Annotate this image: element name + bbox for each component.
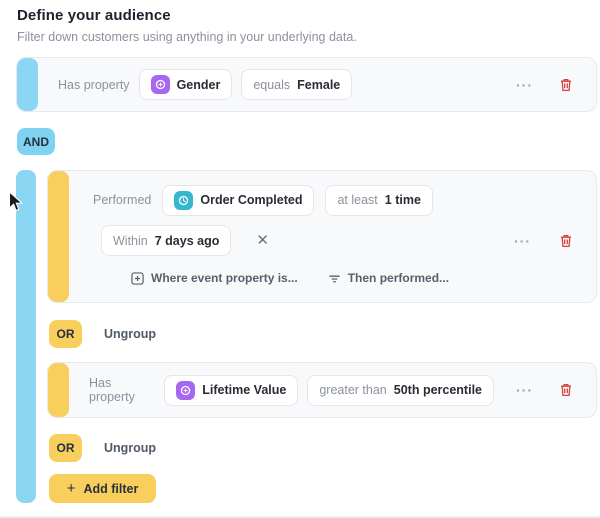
property-icon bbox=[151, 75, 170, 94]
clock-icon bbox=[174, 191, 193, 210]
filter-icon bbox=[328, 272, 341, 285]
event-count-select[interactable]: at least 1 time bbox=[325, 185, 432, 216]
property-name: Gender bbox=[177, 78, 221, 92]
property-icon bbox=[176, 381, 195, 400]
operator-value: Female bbox=[297, 78, 340, 92]
group-accent-bar[interactable] bbox=[16, 170, 36, 503]
more-options-button[interactable]: ··· bbox=[512, 381, 537, 399]
plus-square-icon bbox=[131, 272, 144, 285]
window-prefix-label: Within bbox=[113, 234, 148, 248]
or-badge[interactable]: OR bbox=[49, 320, 82, 348]
operator-label: greater than bbox=[319, 383, 386, 397]
event-name: Order Completed bbox=[200, 193, 302, 207]
or-row: OR Ungroup bbox=[49, 434, 597, 462]
event-window-line: Within 7 days ago ✕ ··· bbox=[101, 225, 574, 256]
event-select[interactable]: Order Completed bbox=[162, 185, 314, 216]
operator-select-gender[interactable]: equals Female bbox=[241, 69, 352, 100]
operator-label: equals bbox=[253, 78, 290, 92]
audience-builder: Define your audience Filter down custome… bbox=[0, 0, 600, 518]
property-select-gender[interactable]: Gender bbox=[139, 69, 233, 100]
filter-accent-bar bbox=[48, 171, 69, 302]
time-window-select[interactable]: Within 7 days ago bbox=[101, 225, 231, 256]
window-value: 7 days ago bbox=[155, 234, 220, 248]
and-badge[interactable]: AND bbox=[17, 128, 55, 155]
operator-value: 50th percentile bbox=[394, 383, 482, 397]
then-performed-button[interactable]: Then performed... bbox=[328, 271, 449, 285]
event-main-line: Performed Order Completed at least 1 tim… bbox=[93, 184, 574, 216]
more-options-button[interactable]: ··· bbox=[512, 76, 537, 94]
or-row: OR Ungroup bbox=[49, 320, 597, 348]
header: Define your audience Filter down custome… bbox=[0, 0, 600, 44]
filter-group: Performed Order Completed at least 1 tim… bbox=[16, 170, 597, 503]
trash-icon[interactable] bbox=[558, 381, 574, 399]
filter-row-event: Performed Order Completed at least 1 tim… bbox=[47, 170, 597, 303]
page-subtitle: Filter down customers using anything in … bbox=[17, 30, 600, 44]
filter-row-gender-body: Has property Gender equals Female ··· bbox=[38, 58, 596, 111]
ungroup-button[interactable]: Ungroup bbox=[104, 327, 156, 341]
filter-row-ltv-body: Has property Lifetime Value greater than… bbox=[69, 363, 596, 417]
trash-icon[interactable] bbox=[558, 76, 574, 94]
trash-icon[interactable] bbox=[558, 232, 574, 250]
filter-row-gender: Has property Gender equals Female ··· bbox=[16, 57, 597, 112]
event-prefix-label: Performed bbox=[93, 193, 151, 207]
add-filter-label: Add filter bbox=[83, 482, 138, 496]
operator-select-ltv[interactable]: greater than 50th percentile bbox=[307, 375, 494, 406]
ungroup-button[interactable]: Ungroup bbox=[104, 441, 156, 455]
event-links-line: Where event property is... Then performe… bbox=[131, 268, 574, 288]
plus-icon: + bbox=[67, 480, 76, 497]
filter-accent-bar bbox=[48, 363, 69, 417]
page-title: Define your audience bbox=[17, 7, 600, 24]
group-content: Performed Order Completed at least 1 tim… bbox=[47, 170, 597, 503]
filter-prefix-label: Has property bbox=[89, 376, 155, 404]
filter-row-lifetime-value: Has property Lifetime Value greater than… bbox=[47, 362, 597, 418]
more-options-button[interactable]: ··· bbox=[510, 232, 535, 250]
count-operator-label: at least bbox=[337, 193, 377, 207]
filter-accent-bar bbox=[17, 58, 38, 111]
count-value: 1 time bbox=[385, 193, 421, 207]
filter-prefix-label: Has property bbox=[58, 78, 130, 92]
where-event-property-label: Where event property is... bbox=[151, 271, 298, 285]
filter-row-event-body: Performed Order Completed at least 1 tim… bbox=[69, 171, 596, 302]
then-performed-label: Then performed... bbox=[348, 271, 449, 285]
add-filter-button[interactable]: + Add filter bbox=[49, 474, 156, 503]
close-icon[interactable]: ✕ bbox=[252, 231, 273, 250]
or-badge[interactable]: OR bbox=[49, 434, 82, 462]
property-name: Lifetime Value bbox=[202, 383, 286, 397]
property-select-ltv[interactable]: Lifetime Value bbox=[164, 375, 298, 406]
where-event-property-button[interactable]: Where event property is... bbox=[131, 271, 298, 285]
